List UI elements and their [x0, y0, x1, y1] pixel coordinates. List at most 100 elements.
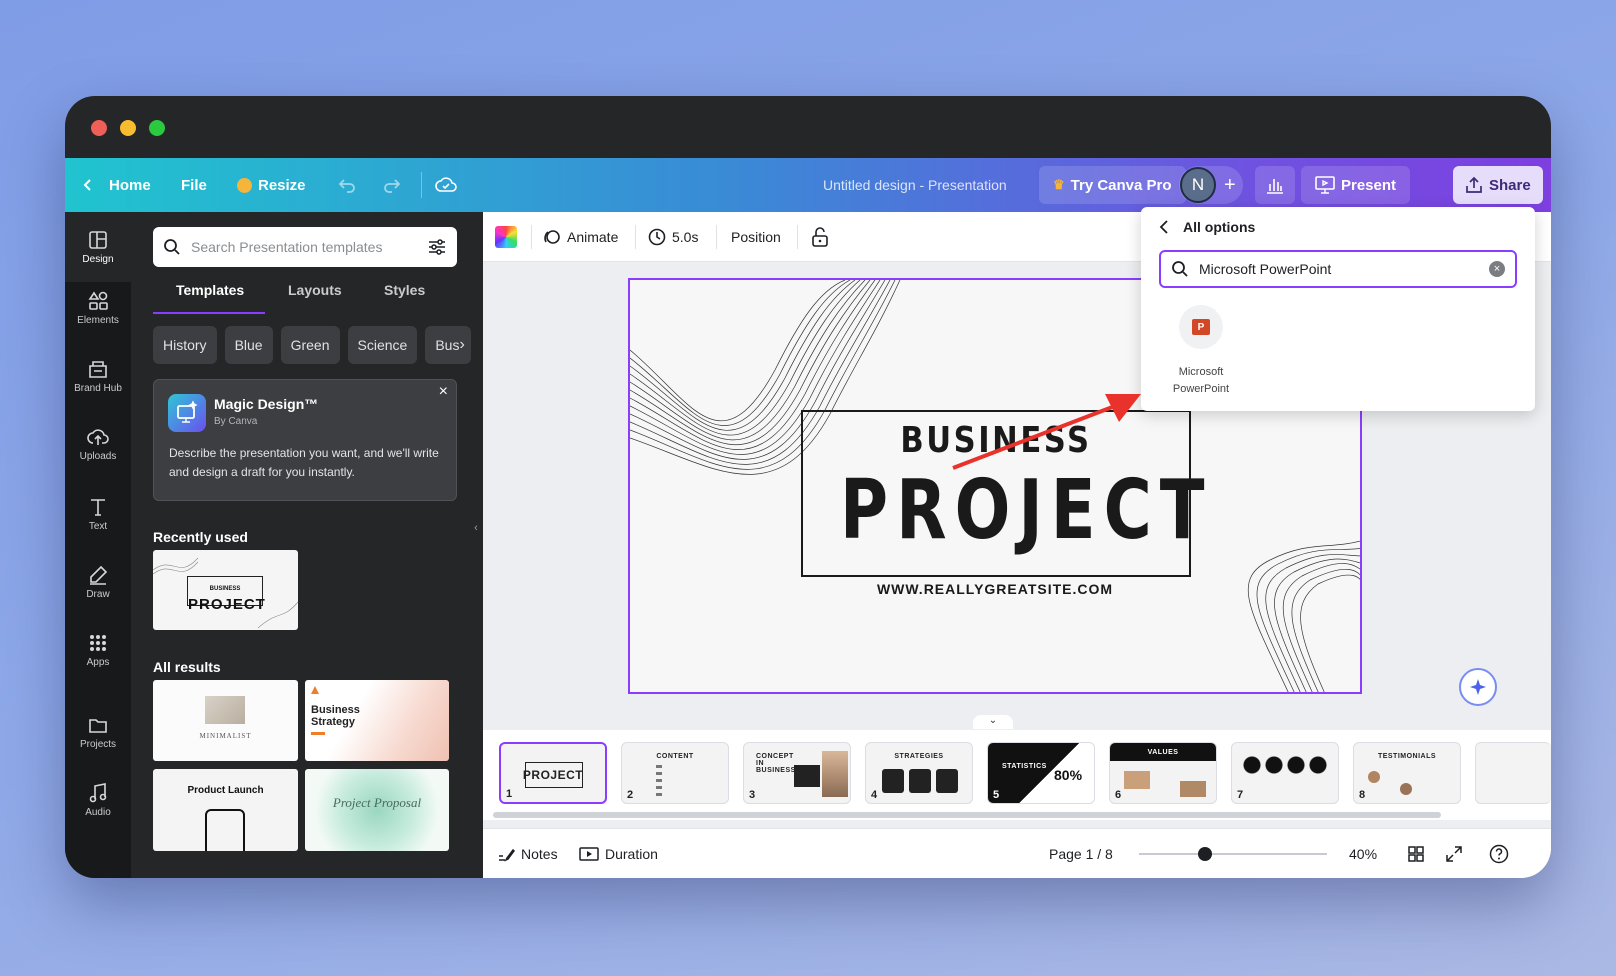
- color-picker-icon[interactable]: [495, 225, 517, 248]
- search-placeholder: Search Presentation templates: [191, 239, 383, 255]
- undo-button[interactable]: [337, 177, 357, 193]
- rail-item-brand-hub[interactable]: Brand Hub: [65, 358, 131, 394]
- filter-sliders-icon[interactable]: [427, 238, 447, 256]
- tab-templates[interactable]: Templates: [176, 282, 244, 298]
- try-pro-label: Try Canva Pro: [1070, 176, 1172, 194]
- page-thumb-4[interactable]: STRATEGIES 4: [865, 742, 973, 804]
- zoom-slider-track[interactable]: [1139, 853, 1327, 855]
- present-button[interactable]: Present: [1301, 166, 1411, 204]
- recent-template-thumb[interactable]: BUSINESS PROJECT: [153, 550, 298, 630]
- try-canva-pro-button[interactable]: ♛ Try Canva Pro: [1039, 166, 1186, 204]
- filmstrip-scrollbar[interactable]: [493, 812, 1441, 818]
- page-thumb-3[interactable]: CONCEPT IN BUSINESS 3: [743, 742, 851, 804]
- horizontal-scroll-area[interactable]: [483, 712, 1551, 724]
- add-collaborator-button[interactable]: +: [1224, 174, 1236, 197]
- recent-thumb-frame: BUSINESS PROJECT: [187, 576, 265, 613]
- save-status-button[interactable]: [435, 176, 457, 194]
- animate-button[interactable]: Animate: [543, 228, 618, 246]
- chevron-down-icon[interactable]: ⌄: [973, 715, 1013, 729]
- close-window-button[interactable]: [91, 120, 107, 136]
- rail-item-projects[interactable]: Projects: [65, 714, 131, 750]
- chip-business[interactable]: Bus ›: [425, 326, 472, 364]
- rail-item-text[interactable]: Text: [65, 496, 131, 532]
- magic-design-logo-icon: [168, 394, 206, 432]
- rail-item-apps[interactable]: Apps: [65, 632, 131, 668]
- rail-item-elements[interactable]: Elements: [65, 290, 131, 326]
- page-thumb-7[interactable]: 7: [1231, 742, 1339, 804]
- chip-history[interactable]: History: [153, 326, 217, 364]
- elements-icon: [88, 291, 108, 310]
- search-icon: [164, 239, 180, 255]
- animate-label: Animate: [567, 228, 619, 245]
- duration-timer-button[interactable]: 5.0s: [648, 228, 698, 246]
- magic-assistant-button[interactable]: [1459, 668, 1497, 706]
- zoom-slider-handle[interactable]: [1198, 847, 1212, 861]
- result-thumb-title: MINIMALIST: [199, 732, 252, 740]
- file-menu-button[interactable]: File: [181, 177, 207, 194]
- position-button[interactable]: Position: [731, 229, 781, 245]
- rail-item-draw[interactable]: Draw: [65, 564, 131, 600]
- divider: [716, 224, 717, 249]
- present-icon: [1315, 176, 1335, 194]
- page-thumb-title: TESTIMONIALS: [1377, 753, 1437, 760]
- bar-chart-icon: [1267, 179, 1283, 194]
- page-number: 6: [1115, 789, 1122, 801]
- page-thumb-8[interactable]: TESTIMONIALS 8: [1353, 742, 1461, 804]
- rail-label: Audio: [85, 807, 111, 818]
- home-button[interactable]: Home: [81, 177, 151, 194]
- result-thumb-project-proposal[interactable]: Project Proposal: [305, 769, 449, 851]
- avatar: [1368, 771, 1380, 783]
- grid-view-icon[interactable]: [1407, 845, 1425, 863]
- rail-item-design[interactable]: Design: [65, 212, 131, 282]
- add-page-thumb[interactable]: [1475, 742, 1551, 804]
- maximize-window-button[interactable]: [149, 120, 165, 136]
- collaborators-group: N +: [1179, 166, 1243, 204]
- file-label: File: [181, 176, 207, 194]
- insights-button[interactable]: [1255, 166, 1295, 204]
- collapse-panel-handle[interactable]: ‹: [469, 496, 483, 560]
- chip-green[interactable]: Green: [280, 326, 340, 364]
- divider: [421, 172, 422, 198]
- share-button[interactable]: Share: [1453, 166, 1543, 204]
- duration-value: 5.0s: [672, 228, 699, 245]
- editor-bottombar: Notes Duration Page 1 / 8 40%: [483, 828, 1551, 878]
- avatar[interactable]: N: [1180, 167, 1216, 203]
- help-icon[interactable]: [1489, 844, 1509, 864]
- list-decoration: [656, 765, 662, 797]
- notes-button[interactable]: Notes: [497, 846, 558, 862]
- back-to-all-options[interactable]: All options: [1159, 219, 1255, 235]
- tab-styles[interactable]: Styles: [384, 282, 425, 298]
- page-thumb-5[interactable]: STATISTICS 80% 5: [987, 742, 1095, 804]
- magic-design-card[interactable]: × Magic Design™ By Canva Describe the pr…: [153, 379, 457, 501]
- rail-label: Projects: [79, 739, 117, 750]
- unlock-icon[interactable]: [811, 226, 829, 247]
- rail-item-audio[interactable]: Audio: [65, 782, 131, 818]
- resize-button[interactable]: Resize: [237, 177, 306, 194]
- template-search-input[interactable]: Search Presentation templates: [153, 227, 457, 267]
- page-thumb-2[interactable]: CONTENT 2: [621, 742, 729, 804]
- result-thumb-product-launch[interactable]: Product Launch: [153, 769, 298, 851]
- result-thumb-business-strategy[interactable]: Business Strategy: [305, 680, 449, 761]
- fullscreen-icon[interactable]: [1445, 845, 1463, 863]
- clear-search-icon[interactable]: ×: [1489, 261, 1505, 277]
- rail-item-uploads[interactable]: Uploads: [65, 426, 131, 462]
- tab-layouts[interactable]: Layouts: [288, 282, 342, 298]
- redo-button[interactable]: [382, 177, 402, 193]
- chip-blue[interactable]: Blue: [224, 326, 273, 364]
- rail-label: Elements: [77, 315, 119, 326]
- zoom-level[interactable]: 40%: [1349, 846, 1377, 862]
- back-label: All options: [1183, 219, 1256, 235]
- page-thumb-6[interactable]: VALUES 6: [1109, 742, 1217, 804]
- result-thumb-minimalist[interactable]: MINIMALIST: [153, 680, 298, 761]
- slide-url[interactable]: WWW.REALLYGREATSITE.COM: [630, 581, 1360, 597]
- minimize-window-button[interactable]: [120, 120, 136, 136]
- close-icon[interactable]: ×: [439, 383, 448, 401]
- page-number: 7: [1237, 789, 1244, 801]
- duration-button[interactable]: Duration: [579, 846, 658, 862]
- page-indicator[interactable]: Page 1 / 8: [1049, 846, 1113, 862]
- chevron-right-icon[interactable]: ›: [459, 336, 464, 354]
- page-thumb-1[interactable]: PROJECT 1: [499, 742, 607, 804]
- chip-science[interactable]: Science: [347, 326, 418, 364]
- share-search-input[interactable]: Microsoft PowerPoint ×: [1159, 250, 1517, 288]
- document-title[interactable]: Untitled design - Presentation: [823, 177, 1007, 193]
